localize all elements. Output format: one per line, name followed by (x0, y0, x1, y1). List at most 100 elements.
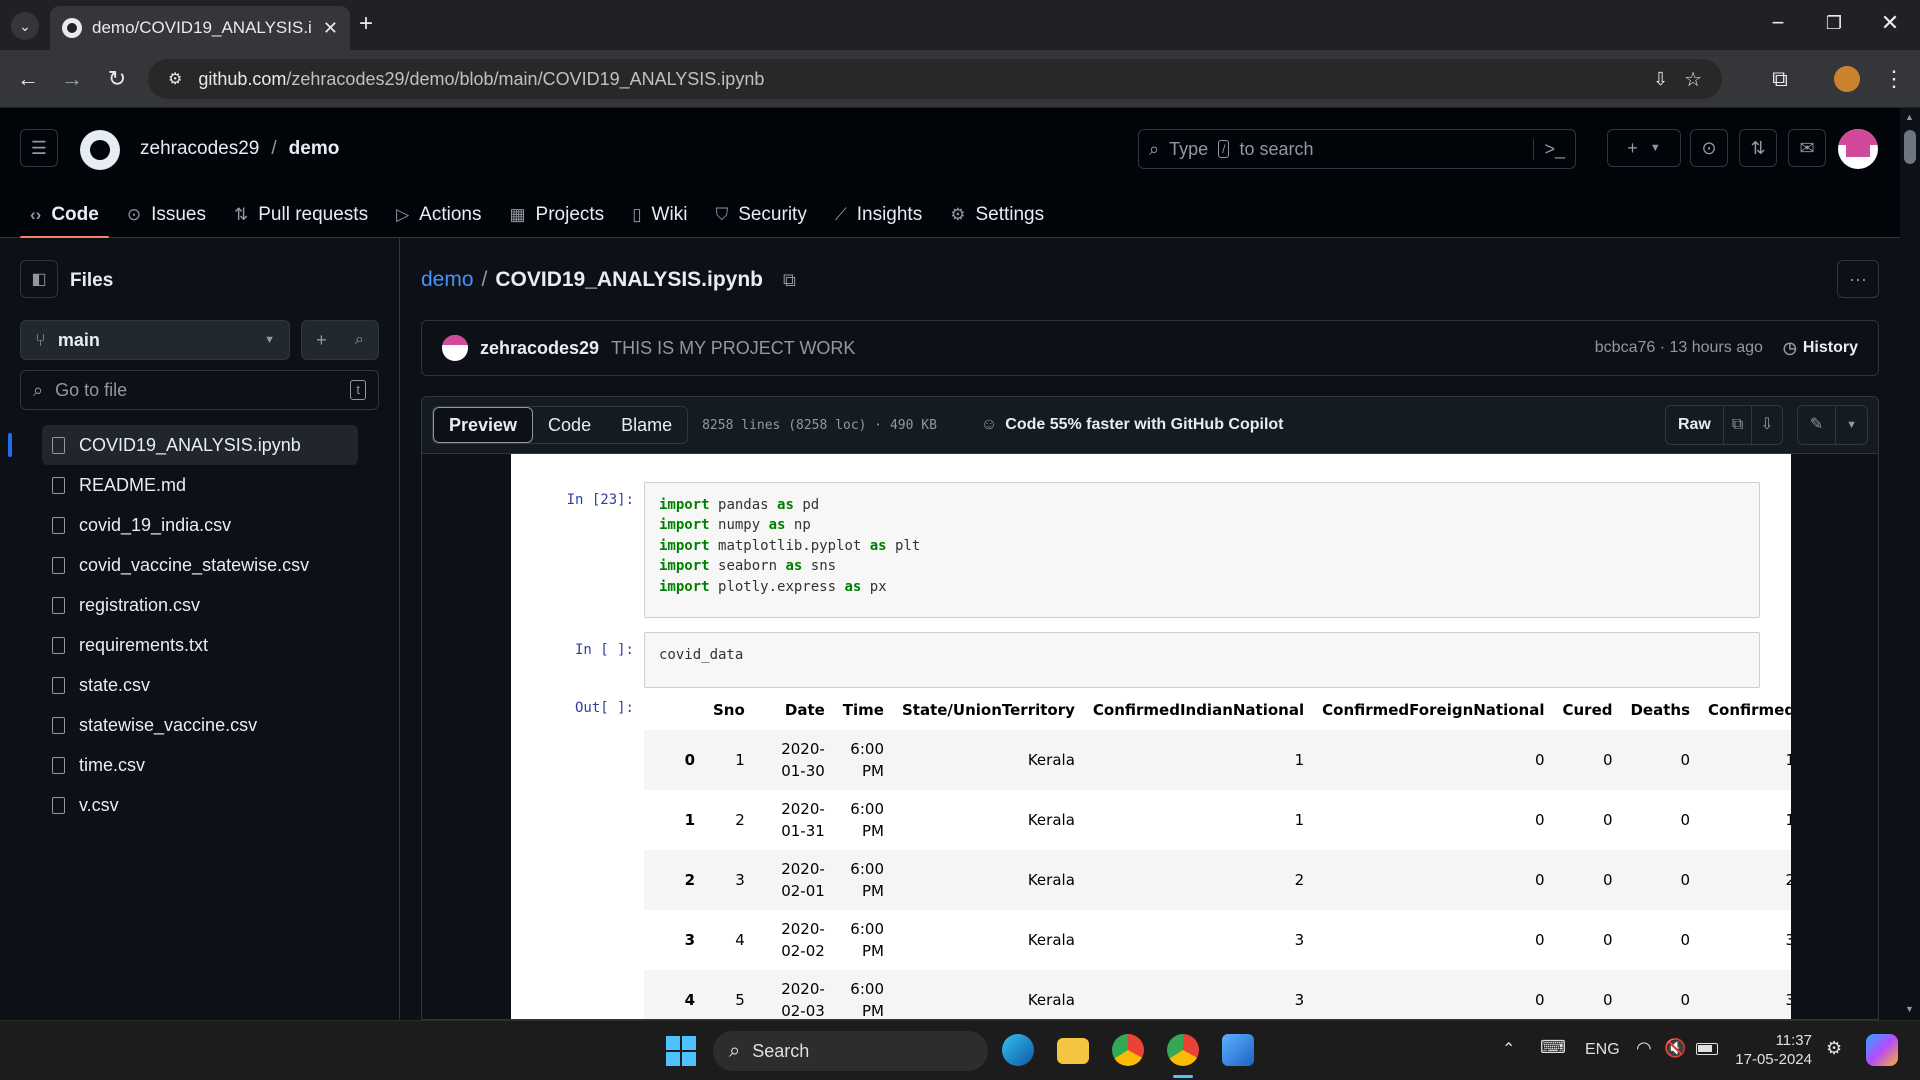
minimize-icon[interactable]: − (1764, 12, 1792, 34)
tab-actions[interactable]: ▷ Actions (386, 192, 491, 238)
file-item[interactable]: statewise_vaccine.csv (42, 705, 358, 745)
chrome-profile-icon[interactable] (1167, 1034, 1199, 1066)
copy-raw-icon[interactable]: ⧉ (1722, 406, 1751, 444)
table-cell: 3 (1699, 910, 1791, 970)
keyboard-icon[interactable]: ⌨ (1540, 1037, 1566, 1058)
code-keyword: import (659, 517, 710, 534)
file-explorer-icon[interactable] (1057, 1038, 1089, 1064)
search-input[interactable]: ⌕ Type / to search >_ (1138, 129, 1576, 169)
new-tab-icon[interactable]: + (352, 12, 380, 36)
breadcrumb-repo-link[interactable]: demo (421, 268, 474, 292)
breadcrumb-file: COVID19_ANALYSIS.ipynb (495, 268, 764, 291)
issues-button[interactable]: ⊙ (1690, 129, 1728, 167)
photos-app-icon[interactable] (1222, 1034, 1254, 1066)
edit-pencil-icon[interactable]: ✎ (1798, 406, 1835, 444)
wifi-icon[interactable]: ◠ (1636, 1038, 1652, 1059)
restore-icon[interactable]: ❐ (1820, 12, 1848, 34)
bookmark-star-icon[interactable]: ☆ (1684, 67, 1702, 92)
add-file-button[interactable]: + ⌕ (301, 320, 379, 360)
site-info-icon[interactable]: ⚙ (168, 69, 182, 89)
extensions-icon[interactable]: ⧉ (1766, 68, 1794, 90)
chrome-menu-icon[interactable]: ⋮ (1880, 68, 1908, 90)
file-item[interactable]: COVID19_ANALYSIS.ipynb (42, 425, 358, 465)
repo-nav: ‹› Code ⊙ Issues ⇅ Pull requests ▷ Actions ▦ Proj… (20, 192, 1054, 238)
browser-tab[interactable]: demo/COVID19_ANALYSIS.ipynb ✕ (50, 6, 350, 50)
preview-tab[interactable]: Preview (433, 407, 534, 443)
tab-settings[interactable]: ⚙ Settings (940, 192, 1054, 238)
repo-link[interactable]: demo (289, 138, 340, 160)
close-tab-icon[interactable]: ✕ (323, 18, 338, 39)
page-scrollbar[interactable]: ▲ ▼ (1900, 108, 1920, 1020)
collapse-sidebar-button[interactable]: ◧ (20, 260, 58, 298)
more-options-button[interactable]: ··· (1837, 260, 1879, 298)
download-icon[interactable]: ⇩ (1751, 406, 1781, 444)
volume-muted-icon[interactable]: 🔇 (1664, 1038, 1686, 1059)
copy-path-icon[interactable]: ⧉ (783, 270, 796, 291)
file-item[interactable]: registration.csv (42, 585, 358, 625)
code-tab[interactable]: Code (533, 407, 606, 443)
user-avatar[interactable] (1838, 129, 1878, 169)
file-item[interactable]: requirements.txt (42, 625, 358, 665)
address-bar[interactable]: ⚙ github.com/zehracodes29/demo/blob/main… (148, 59, 1722, 99)
clock[interactable]: 11:37 17-05-2024 (1730, 1031, 1812, 1069)
blame-tab[interactable]: Blame (606, 407, 687, 443)
copilot-promo[interactable]: ☺ Code 55% faster with GitHub Copilot (981, 416, 1284, 434)
tab-wiki[interactable]: ▯ Wiki (622, 192, 697, 238)
code-cell[interactable]: import pandas as pd import numpy as np imp… (644, 482, 1760, 618)
github-logo-icon[interactable] (80, 130, 120, 170)
tab-pull-requests[interactable]: ⇅ Pull requests (224, 192, 378, 238)
chrome-icon[interactable] (1112, 1034, 1144, 1066)
taskbar-search[interactable]: ⌕ Search (713, 1031, 988, 1071)
notebook-viewer[interactable]: In [23]: import pandas as pd import numpy… (421, 454, 1879, 1020)
table-cell: 0 (1680, 871, 1691, 889)
branch-selector[interactable]: ⑂ main ▼ (20, 320, 290, 360)
file-item[interactable]: covid_vaccine_statewise.csv (42, 545, 358, 585)
tab-projects[interactable]: ▦ Projects (499, 192, 614, 238)
close-window-icon[interactable]: ✕ (1876, 12, 1904, 34)
start-button[interactable] (666, 1036, 696, 1066)
table-cell: 0 (1534, 991, 1545, 1009)
chevron-down-icon[interactable]: ▼ (1835, 406, 1867, 444)
create-new-button[interactable]: + ▼ (1607, 129, 1681, 167)
scroll-down-arrow-icon[interactable]: ▼ (1905, 1004, 1914, 1014)
tab-security[interactable]: ⛉ Security (705, 192, 816, 238)
path-separator: / (271, 138, 277, 159)
profile-avatar[interactable] (1834, 66, 1860, 92)
command-palette-icon[interactable]: >_ (1533, 138, 1565, 160)
table-cell: 0 (1534, 871, 1545, 889)
commit-author[interactable]: zehracodes29 (480, 338, 599, 359)
tab-search-icon[interactable]: ⌄ (11, 12, 39, 40)
reload-icon[interactable]: ↻ (103, 68, 131, 90)
tab-issues[interactable]: ⊙ Issues (117, 192, 216, 238)
code-identifier: px (869, 578, 887, 595)
notification-icon[interactable]: ⚙ (1826, 1038, 1842, 1059)
battery-icon[interactable] (1696, 1043, 1718, 1055)
file-item[interactable]: README.md (42, 465, 358, 505)
edge-icon[interactable] (1002, 1034, 1034, 1066)
file-item[interactable]: state.csv (42, 665, 358, 705)
copilot-taskbar-icon[interactable] (1866, 1034, 1898, 1066)
file-item[interactable]: v.csv (42, 785, 358, 825)
scroll-thumb[interactable] (1904, 130, 1916, 164)
inbox-button[interactable]: ✉ (1788, 129, 1826, 167)
language-indicator[interactable]: ENG (1585, 1041, 1620, 1059)
hamburger-menu-button[interactable]: ☰ (20, 129, 58, 167)
clock-date: 17-05-2024 (1735, 1051, 1812, 1068)
commit-meta[interactable]: bcbca76 · 13 hours ago (1595, 339, 1763, 357)
go-to-file-input[interactable]: ⌕ Go to file t (20, 370, 379, 410)
file-item[interactable]: time.csv (42, 745, 358, 785)
show-hidden-icons-icon[interactable]: ⌃ (1502, 1039, 1515, 1059)
install-app-icon[interactable]: ⇩ (1653, 69, 1668, 90)
file-item[interactable]: covid_19_india.csv (42, 505, 358, 545)
tab-insights[interactable]: ⟋ Insights (825, 192, 932, 238)
scroll-up-arrow-icon[interactable]: ▲ (1905, 112, 1914, 122)
pull-requests-button[interactable]: ⇅ (1739, 129, 1777, 167)
commit-message[interactable]: THIS IS MY PROJECT WORK (611, 338, 855, 359)
raw-button[interactable]: Raw (1666, 416, 1723, 434)
owner-link[interactable]: zehracodes29 (140, 138, 259, 160)
forward-icon[interactable]: → (58, 68, 86, 90)
back-icon[interactable]: ← (14, 68, 42, 90)
tab-code[interactable]: ‹› Code (20, 192, 109, 238)
history-button[interactable]: ◷ History (1783, 338, 1858, 358)
code-cell[interactable]: covid_data (644, 632, 1760, 688)
